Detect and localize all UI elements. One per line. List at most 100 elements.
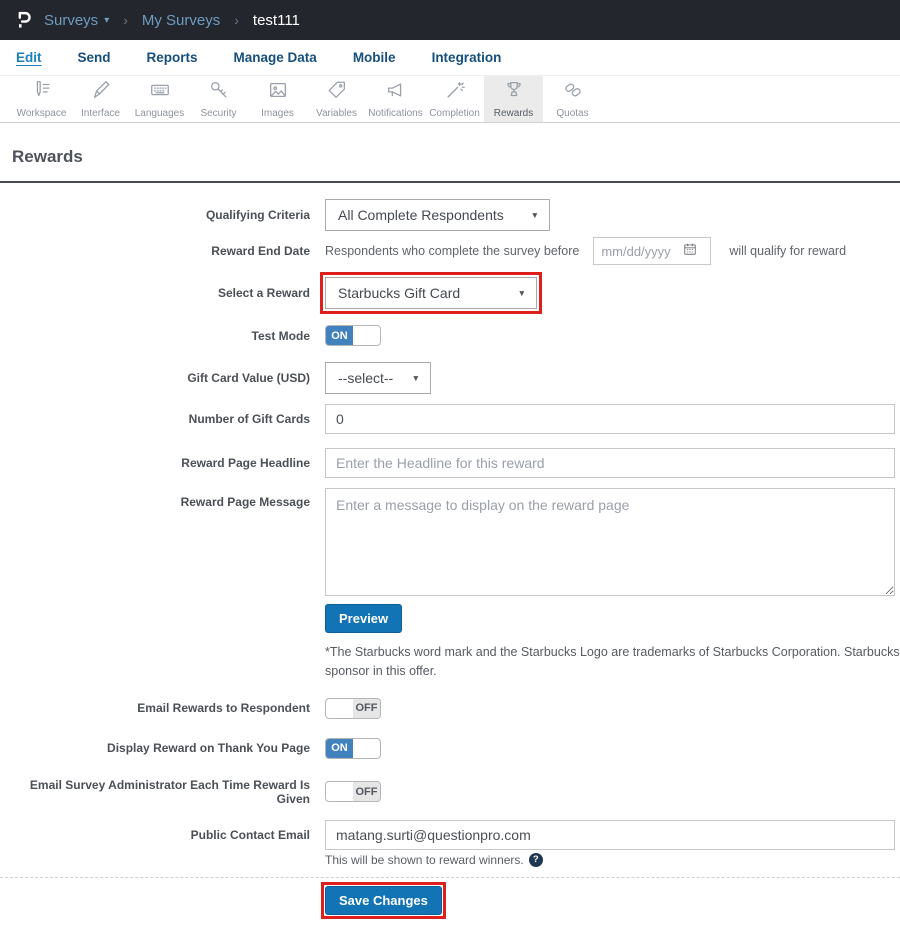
reward-page-message-textarea[interactable] [325, 488, 895, 596]
end-date-suffix-text: will qualify for reward [729, 244, 846, 258]
reward-end-date-label: Reward End Date [0, 244, 310, 258]
selected-value: Starbucks Gift Card [338, 285, 460, 301]
dashed-divider [0, 877, 900, 878]
reward-page-message-label: Reward Page Message [0, 488, 310, 509]
pen-list-icon [30, 79, 54, 106]
row-save: Save Changes [0, 886, 900, 915]
selected-value: All Complete Respondents [338, 207, 504, 223]
main-nav-tabs: Edit Send Reports Manage Data Mobile Int… [0, 40, 900, 76]
email-admin-label: Email Survey Administrator Each Time Rew… [0, 778, 310, 806]
toolbar-label: Workspace [17, 108, 67, 119]
reward-page-headline-input[interactable] [325, 448, 895, 478]
row-public-contact-email: Public Contact Email [0, 820, 900, 850]
surveys-menu[interactable]: Surveys [44, 12, 109, 29]
test-mode-label: Test Mode [0, 329, 310, 343]
row-select-reward: Select a Reward Starbucks Gift Card [0, 277, 900, 309]
toolbar-item-images[interactable]: Images [248, 76, 307, 122]
key-icon [207, 79, 231, 106]
row-email-rewards: Email Rewards to Respondent OFF [0, 698, 900, 719]
keyboard-icon [148, 79, 172, 106]
display-reward-toggle[interactable]: ON [325, 738, 381, 759]
toolbar-label: Images [261, 108, 294, 119]
toggle-knob [353, 326, 380, 345]
starbucks-disclaimer-text: *The Starbucks word mark and the Starbuc… [325, 643, 900, 682]
row-gift-card-value: Gift Card Value (USD) --select-- [0, 362, 900, 394]
contact-email-helper: This will be shown to reward winners. [325, 853, 900, 867]
end-date-prefix-text: Respondents who complete the survey befo… [325, 244, 579, 258]
edit-toolbar: Workspace Interface Languages Security I… [0, 76, 900, 123]
toggle-knob [353, 739, 380, 758]
number-of-gift-cards-input[interactable] [325, 404, 895, 434]
tab-mobile[interactable]: Mobile [353, 50, 396, 65]
test-mode-toggle[interactable]: ON [325, 325, 381, 346]
toolbar-item-variables[interactable]: Variables [307, 76, 366, 122]
page-title: Rewards [12, 147, 900, 167]
tab-reports[interactable]: Reports [147, 50, 198, 65]
tab-edit[interactable]: Edit [16, 50, 42, 65]
toolbar-item-languages[interactable]: Languages [130, 76, 189, 122]
toolbar-label: Variables [316, 108, 357, 119]
help-icon[interactable] [529, 853, 543, 867]
toggle-knob [326, 782, 353, 801]
row-test-mode: Test Mode ON [0, 325, 900, 346]
toolbar-label: Notifications [368, 108, 422, 119]
date-input[interactable] [601, 244, 683, 259]
row-reward-page-message: Reward Page Message [0, 488, 900, 596]
gift-card-value-select[interactable]: --select-- [325, 362, 431, 394]
tag-icon [325, 79, 349, 106]
toggle-knob [326, 699, 353, 718]
email-rewards-label: Email Rewards to Respondent [0, 701, 310, 715]
select-reward-dropdown[interactable]: Starbucks Gift Card [325, 277, 537, 309]
toolbar-label: Security [200, 108, 236, 119]
public-contact-email-input[interactable] [325, 820, 895, 850]
tab-integration[interactable]: Integration [432, 50, 502, 65]
toolbar-label: Rewards [494, 108, 533, 119]
megaphone-icon [384, 79, 408, 106]
wand-icon [443, 79, 467, 106]
chain-icon [561, 79, 585, 106]
toolbar-item-security[interactable]: Security [189, 76, 248, 122]
row-preview: Preview [0, 604, 900, 633]
row-number-of-gift-cards: Number of Gift Cards [0, 404, 900, 434]
breadcrumb-my-surveys[interactable]: My Surveys [142, 12, 220, 29]
reward-page-headline-label: Reward Page Headline [0, 456, 310, 470]
tab-send[interactable]: Send [78, 50, 111, 65]
calendar-icon[interactable] [683, 242, 697, 261]
email-rewards-toggle[interactable]: OFF [325, 698, 381, 719]
qualifying-criteria-select[interactable]: All Complete Respondents [325, 199, 550, 231]
gift-card-value-label: Gift Card Value (USD) [0, 371, 310, 385]
selected-value: --select-- [338, 370, 393, 386]
highlight-box: Starbucks Gift Card [325, 277, 537, 309]
toolbar-item-interface[interactable]: Interface [71, 76, 130, 122]
toggle-state: OFF [353, 782, 380, 801]
toggle-state: OFF [353, 699, 380, 718]
toolbar-item-workspace[interactable]: Workspace [12, 76, 71, 122]
rewards-form: Qualifying Criteria All Complete Respond… [0, 183, 900, 927]
questionpro-logo[interactable] [12, 8, 34, 32]
email-admin-toggle[interactable]: OFF [325, 781, 381, 802]
toolbar-item-notifications[interactable]: Notifications [366, 76, 425, 122]
preview-button[interactable]: Preview [325, 604, 402, 633]
row-qualifying-criteria: Qualifying Criteria All Complete Respond… [0, 199, 900, 231]
toggle-state: ON [326, 739, 353, 758]
toolbar-item-quotas[interactable]: Quotas [543, 76, 602, 122]
toolbar-item-completion[interactable]: Completion [425, 76, 484, 122]
row-display-reward: Display Reward on Thank You Page ON [0, 738, 900, 759]
row-email-admin: Email Survey Administrator Each Time Rew… [0, 778, 900, 806]
qualifying-criteria-label: Qualifying Criteria [0, 208, 310, 222]
picture-icon [266, 79, 290, 106]
reward-end-date-field[interactable] [593, 237, 711, 265]
tab-manage-data[interactable]: Manage Data [234, 50, 317, 65]
breadcrumb-separator-icon [119, 12, 132, 28]
trophy-icon [502, 79, 526, 106]
toolbar-label: Interface [81, 108, 120, 119]
number-of-gift-cards-label: Number of Gift Cards [0, 412, 310, 426]
toolbar-item-rewards[interactable]: Rewards [484, 76, 543, 122]
highlight-box: Save Changes [325, 886, 442, 915]
public-contact-email-label: Public Contact Email [0, 828, 310, 842]
breadcrumb-survey-name: test111 [253, 12, 300, 29]
row-reward-end-date: Reward End Date Respondents who complete… [0, 237, 900, 265]
save-changes-button[interactable]: Save Changes [325, 886, 442, 915]
toolbar-label: Completion [429, 108, 480, 119]
display-reward-label: Display Reward on Thank You Page [0, 741, 310, 755]
